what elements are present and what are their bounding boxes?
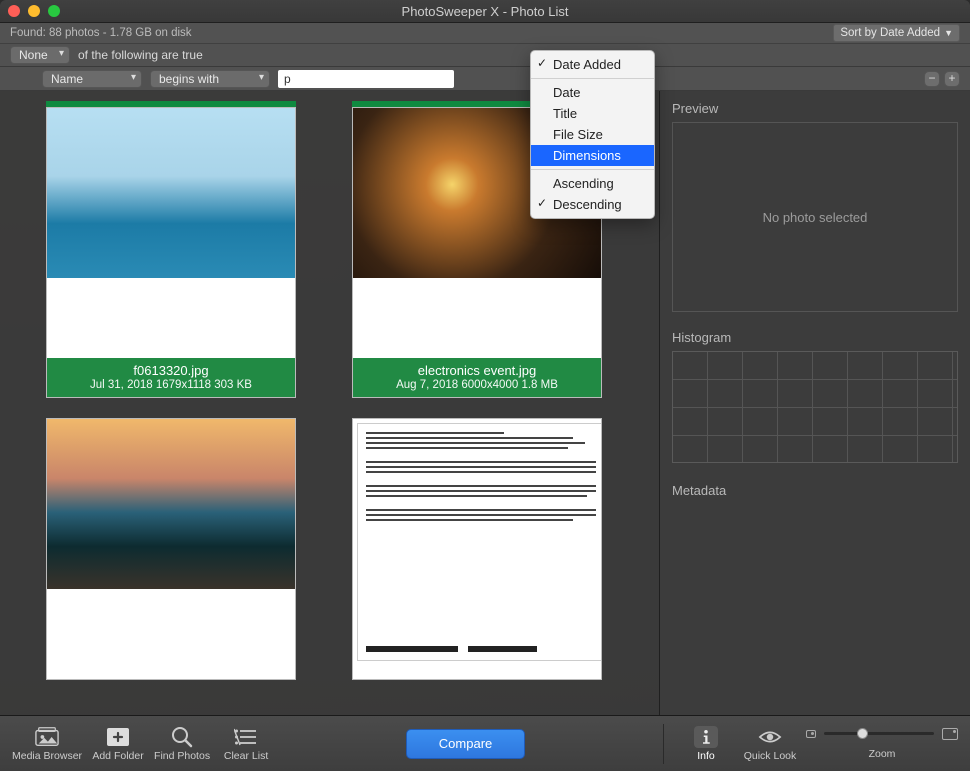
add-rule-button[interactable]: +	[944, 71, 960, 87]
no-selection-label: No photo selected	[763, 210, 868, 225]
sort-button[interactable]: Sort by Date Added ▼	[833, 24, 960, 42]
close-window-button[interactable]	[8, 5, 20, 17]
add-folder-icon	[106, 726, 130, 748]
metadata-heading: Metadata	[660, 473, 970, 504]
traffic-lights	[8, 5, 60, 17]
sort-option-date[interactable]: Date	[531, 82, 654, 103]
match-select[interactable]: None	[10, 46, 70, 64]
photo-filename: f0613320.jpg	[51, 363, 291, 378]
media-browser-icon	[35, 726, 59, 748]
sort-option-dimensions[interactable]: Dimensions	[531, 145, 654, 166]
find-photos-button[interactable]: Find Photos	[154, 726, 210, 762]
main-area: f0613320.jpg Jul 31, 2018 1679x1118 303 …	[0, 91, 970, 715]
photo-filename: electronics event.jpg	[357, 363, 597, 378]
filter-bar-rule: Name begins with − +	[0, 67, 970, 91]
add-folder-button[interactable]: Add Folder	[90, 726, 146, 762]
minimize-window-button[interactable]	[28, 5, 40, 17]
match-suffix-label: of the following are true	[78, 48, 203, 62]
inspector-sidebar: Preview No photo selected Histogram Meta…	[660, 91, 970, 715]
photo-thumbnail	[47, 108, 295, 278]
zoom-control: Zoom	[806, 728, 958, 760]
histogram-heading: Histogram	[660, 320, 970, 351]
photo-thumbnail	[47, 419, 295, 589]
remove-rule-button[interactable]: −	[924, 71, 940, 87]
sort-option-file-size[interactable]: File Size	[531, 124, 654, 145]
menu-separator	[531, 78, 654, 79]
filter-value-input[interactable]	[278, 70, 454, 88]
zoom-slider[interactable]	[824, 732, 934, 735]
window-title: PhotoSweeper X - Photo List	[0, 4, 970, 19]
rule-buttons: − +	[924, 71, 960, 87]
quick-look-button[interactable]: Quick Look	[742, 726, 798, 762]
photo-card[interactable]: f0613320.jpg Jul 31, 2018 1679x1118 303 …	[46, 101, 296, 398]
zoom-out-icon[interactable]	[806, 730, 816, 738]
attribute-select[interactable]: Name	[42, 70, 142, 88]
menu-separator	[531, 169, 654, 170]
sort-dropdown[interactable]: Date Added Date Title File Size Dimensio…	[530, 50, 655, 219]
filter-bar-match: None of the following are true	[0, 43, 970, 67]
sort-option-title[interactable]: Title	[531, 103, 654, 124]
zoom-slider-knob[interactable]	[857, 728, 868, 739]
preview-heading: Preview	[660, 91, 970, 122]
histogram-box	[672, 351, 958, 463]
sort-order-descending[interactable]: Descending	[531, 194, 654, 215]
sort-option-date-added[interactable]: Date Added	[531, 54, 654, 75]
status-bar: Found: 88 photos - 1.78 GB on disk Sort …	[0, 23, 970, 43]
photo-thumbnail	[357, 423, 602, 661]
sort-order-ascending[interactable]: Ascending	[531, 173, 654, 194]
search-icon	[170, 726, 194, 748]
found-status: Found: 88 photos - 1.78 GB on disk	[10, 27, 192, 39]
zoom-window-button[interactable]	[48, 5, 60, 17]
clear-list-button[interactable]: Clear List	[218, 726, 274, 762]
zoom-in-icon[interactable]	[942, 728, 958, 740]
photo-card[interactable]	[352, 418, 602, 680]
zoom-label: Zoom	[869, 748, 896, 760]
titlebar: PhotoSweeper X - Photo List	[0, 0, 970, 23]
clear-list-icon	[234, 726, 258, 748]
photo-card[interactable]	[46, 418, 296, 680]
chevron-down-icon: ▼	[944, 28, 953, 38]
toolbar-separator	[663, 724, 664, 764]
photo-metadata: Aug 7, 2018 6000x4000 1.8 MB	[357, 379, 597, 391]
operator-select[interactable]: begins with	[150, 70, 270, 88]
eye-icon	[758, 726, 782, 748]
info-icon	[694, 726, 718, 748]
compare-button[interactable]: Compare	[406, 729, 525, 759]
preview-box: No photo selected	[672, 122, 958, 312]
bottom-toolbar: Media Browser Add Folder Find Photos Cle…	[0, 715, 970, 771]
info-button[interactable]: Info	[678, 726, 734, 762]
media-browser-button[interactable]: Media Browser	[12, 726, 82, 762]
photo-metadata: Jul 31, 2018 1679x1118 303 KB	[51, 379, 291, 391]
sort-button-label: Sort by Date Added	[840, 27, 940, 39]
